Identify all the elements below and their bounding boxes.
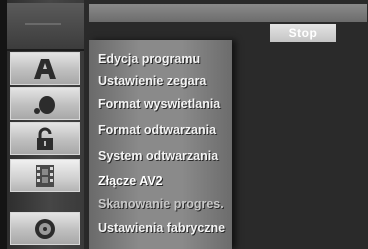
- sidebar: [7, 0, 84, 249]
- menu-item-display-format[interactable]: Format wyswietlania: [98, 93, 220, 115]
- film-icon: [36, 164, 54, 187]
- sound-icon: [34, 95, 55, 114]
- menu-item-playback-format[interactable]: Format odtwarzania: [98, 119, 216, 141]
- sidebar-item-language[interactable]: [10, 52, 80, 85]
- sidebar-item-lock[interactable]: [10, 122, 80, 155]
- sidebar-item-disc[interactable]: [10, 212, 80, 245]
- menu-item-progressive-scan[interactable]: Skanowanie progres.: [98, 193, 224, 215]
- sidebar-top-panel: [7, 3, 84, 51]
- header-bar: [89, 4, 367, 22]
- menu-item-av2-connector[interactable]: Złącze AV2: [98, 170, 163, 192]
- lock-icon: [37, 127, 53, 150]
- menu-item-program-edit[interactable]: Edycja programu: [98, 48, 200, 70]
- letter-a-icon: [34, 58, 56, 79]
- menu-item-clock-setting[interactable]: Ustawienie zegara: [98, 70, 206, 92]
- stop-button[interactable]: Stop: [270, 24, 336, 42]
- sidebar-item-audio[interactable]: [10, 87, 80, 120]
- menu-item-playback-system[interactable]: System odtwarzania: [98, 145, 218, 167]
- menu-item-factory-settings[interactable]: Ustawienia fabryczne: [98, 217, 225, 239]
- sidebar-item-setup[interactable]: [10, 159, 80, 192]
- disc-icon: [35, 218, 55, 239]
